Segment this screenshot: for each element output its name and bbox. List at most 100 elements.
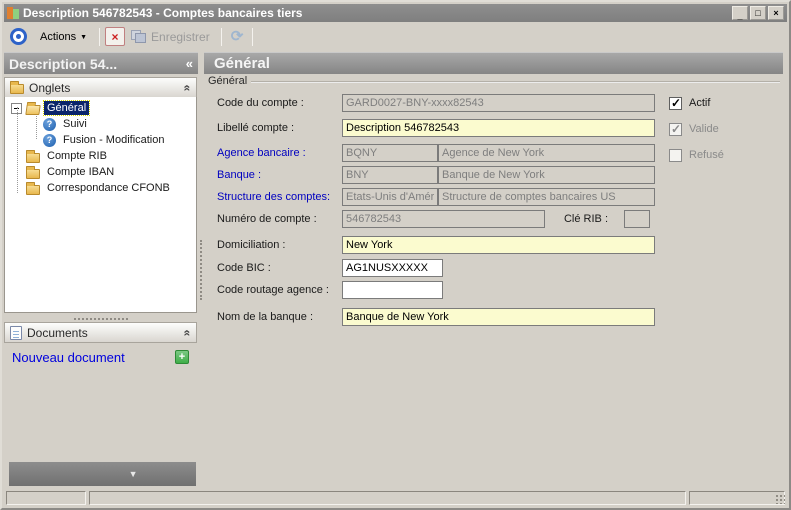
actif-label: Actif (689, 97, 710, 109)
folder-icon (10, 84, 24, 94)
banque-nom-field (438, 166, 655, 184)
groupbox-line (248, 81, 780, 82)
libelle-compte-label: Libellé compte : (217, 119, 294, 137)
delete-button[interactable]: × (105, 27, 125, 46)
window-title: Description 546782543 - Comptes bancaire… (23, 6, 730, 20)
actif-checkbox-row: Actif (669, 96, 710, 110)
cle-rib-field (624, 210, 650, 228)
onglets-title: Onglets (29, 81, 70, 95)
code-routage-field[interactable] (342, 281, 443, 299)
tree-item-compte-rib[interactable]: Compte RIB (5, 148, 196, 164)
main-panel: Général Général Code du compte : Libellé… (204, 52, 783, 488)
folder-icon (26, 153, 40, 163)
groupbox-title: Général (208, 75, 251, 87)
tree-item-label: Correspondance CFONB (44, 181, 173, 195)
sidebar-header: Description 54... « (4, 52, 198, 74)
numero-compte-label: Numéro de compte : (217, 210, 317, 228)
folder-icon (26, 185, 40, 195)
tree-item-suivi[interactable]: ? Suivi (5, 116, 196, 132)
valide-checkbox (669, 123, 682, 136)
documents-title: Documents (27, 326, 88, 340)
code-bic-field[interactable] (342, 259, 443, 277)
documents-panel-header[interactable]: Documents « (4, 322, 197, 343)
delete-x-icon: × (112, 30, 119, 44)
bullseye-icon (10, 28, 27, 45)
help-icon: ? (43, 134, 56, 147)
chevron-down-icon: ▼ (80, 34, 87, 41)
sidebar-bottom-bar[interactable]: ▼ (9, 462, 196, 486)
app-icon (7, 7, 19, 19)
status-bar (4, 489, 787, 506)
valide-checkbox-row: Valide (669, 122, 719, 136)
toolbar-separator (221, 28, 222, 46)
title-bar: Description 546782543 - Comptes bancaire… (4, 4, 787, 22)
document-icon (10, 326, 22, 340)
app-window: Description 546782543 - Comptes bancaire… (0, 0, 791, 510)
refresh-icon[interactable]: ⟳ (227, 29, 248, 44)
code-routage-label: Code routage agence : (217, 281, 329, 299)
numero-compte-field (342, 210, 545, 228)
resize-grip[interactable] (775, 494, 785, 504)
status-cell-right (689, 491, 785, 505)
tree-item-label: Suivi (60, 117, 90, 131)
structure-code-field (342, 188, 438, 206)
actions-menu-button[interactable]: Actions ▼ (33, 28, 94, 46)
refuse-label: Refusé (689, 149, 724, 161)
sidebar-collapse-icon[interactable]: « (186, 56, 193, 71)
banque-label[interactable]: Banque : (217, 166, 261, 184)
actions-label: Actions (40, 31, 76, 43)
tree-item-compte-iban[interactable]: Compte IBAN (5, 164, 196, 180)
valide-label: Valide (689, 123, 719, 135)
tree-item-label: Compte RIB (44, 149, 110, 163)
status-cell-left (6, 491, 86, 505)
tree-item-general[interactable]: Général (5, 100, 196, 116)
domiciliation-field[interactable] (342, 236, 655, 254)
actif-checkbox[interactable] (669, 97, 682, 110)
sidebar: Description 54... « Onglets « Général ? … (4, 52, 198, 488)
agence-bancaire-label[interactable]: Agence bancaire : (217, 144, 306, 162)
tree-item-label: Fusion - Modification (60, 133, 168, 147)
onglets-tree: Général ? Suivi ? Fusion - Modification … (4, 97, 197, 313)
code-compte-label: Code du compte : (217, 94, 304, 112)
help-icon: ? (43, 118, 56, 131)
nom-banque-label: Nom de la banque : (217, 308, 313, 326)
collapse-panel-icon[interactable]: « (181, 329, 195, 336)
sidebar-title: Description 54... (9, 56, 186, 72)
agence-nom-field (438, 144, 655, 162)
tree-item-fusion-modification[interactable]: ? Fusion - Modification (5, 132, 196, 148)
refuse-checkbox-row: Refusé (669, 148, 724, 162)
folder-open-icon (25, 105, 40, 115)
tree-guide-line (17, 107, 18, 193)
add-document-button[interactable]: + (175, 350, 189, 364)
toolbar-separator (99, 28, 100, 46)
code-bic-label: Code BIC : (217, 259, 271, 277)
structure-comptes-label[interactable]: Structure des comptes: (217, 188, 330, 206)
new-document-row: Nouveau document + (4, 347, 197, 367)
chevron-down-icon: ▼ (129, 469, 138, 479)
tree-item-correspondance-cfonb[interactable]: Correspondance CFONB (5, 180, 196, 196)
onglets-panel-header[interactable]: Onglets « (4, 77, 197, 98)
close-button[interactable]: × (768, 6, 784, 20)
save-button[interactable]: Enregistrer (125, 28, 216, 46)
main-header: Général (204, 52, 783, 74)
banque-code-field (342, 166, 438, 184)
cle-rib-label: Clé RIB : (562, 210, 608, 228)
nom-banque-field[interactable] (342, 308, 655, 326)
toolbar: Actions ▼ × Enregistrer ⟳ (4, 22, 787, 51)
libelle-compte-field[interactable] (342, 119, 655, 137)
tree-item-label: Compte IBAN (44, 165, 117, 179)
tree-item-label: Général (44, 101, 89, 115)
minimize-button[interactable]: _ (732, 6, 748, 20)
tree-guide-line (36, 111, 37, 139)
new-document-link[interactable]: Nouveau document (12, 350, 125, 365)
toolbar-separator (252, 28, 253, 46)
save-label: Enregistrer (151, 30, 210, 44)
status-cell-middle (89, 491, 686, 505)
folder-icon (26, 169, 40, 179)
collapse-panel-icon[interactable]: « (181, 84, 195, 91)
page-title: Général (214, 55, 270, 72)
agence-code-field (342, 144, 438, 162)
maximize-button[interactable]: □ (750, 6, 766, 20)
refuse-checkbox (669, 149, 682, 162)
structure-nom-field (438, 188, 655, 206)
